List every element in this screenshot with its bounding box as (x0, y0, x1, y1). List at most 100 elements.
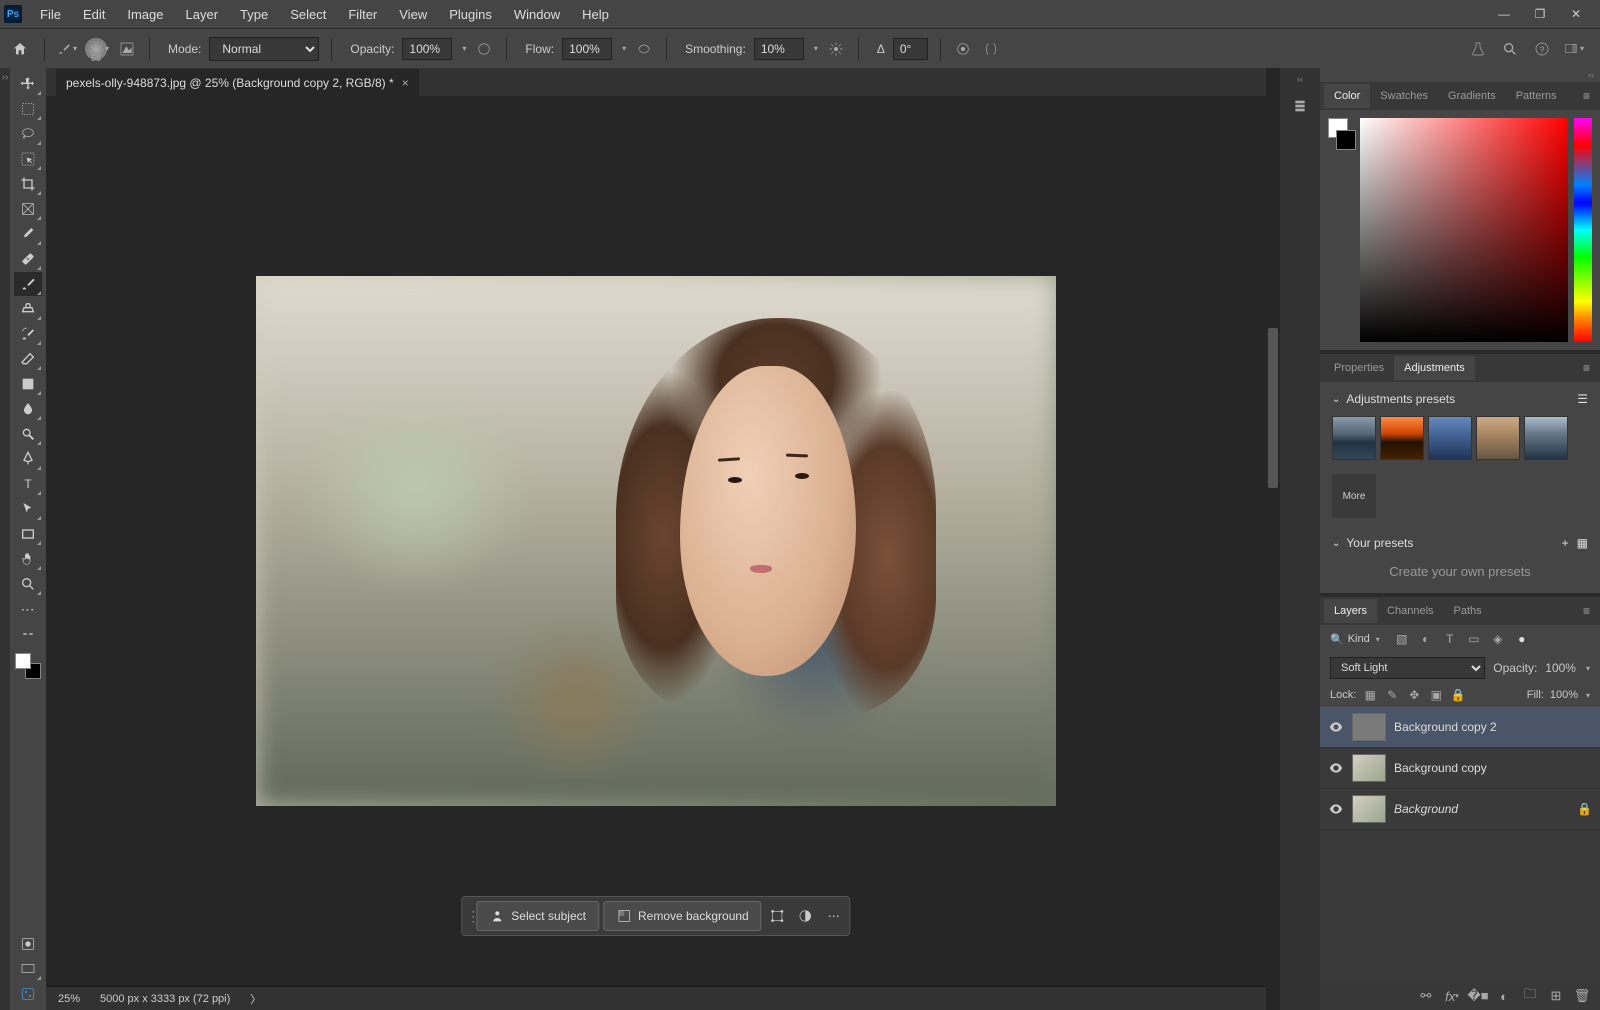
canvas-scrollbar[interactable] (1266, 68, 1280, 1010)
menu-image[interactable]: Image (117, 3, 173, 26)
layers-panel-menu-icon[interactable]: ≡ (1577, 600, 1596, 622)
layer-opacity-value[interactable]: 100% (1545, 661, 1576, 675)
lock-transparency-icon[interactable]: ▦ (1362, 687, 1378, 703)
eraser-tool[interactable] (14, 347, 42, 371)
fill-value[interactable]: 100% (1550, 689, 1578, 701)
grid-view-icon[interactable]: ▦ (1577, 536, 1588, 550)
new-layer-icon[interactable]: ⊞ (1548, 988, 1564, 1004)
marquee-tool[interactable] (14, 97, 42, 121)
maximize-button[interactable]: ❐ (1532, 6, 1548, 22)
close-button[interactable]: ✕ (1568, 6, 1584, 22)
layer-group-icon[interactable]: 🗀 (1522, 988, 1538, 1004)
tab-swatches[interactable]: Swatches (1370, 84, 1438, 108)
edit-toolbar[interactable]: ⋯ (14, 597, 42, 621)
visibility-eye-icon[interactable] (1328, 801, 1344, 817)
smoothing-options-icon[interactable] (826, 39, 846, 59)
contextual-task-bar[interactable]: ⋮ Select subject Remove background ⋯ (461, 896, 850, 936)
brush-tool[interactable] (14, 272, 42, 296)
status-caret-icon[interactable]: 〉 (250, 991, 261, 1007)
tab-layers[interactable]: Layers (1324, 599, 1377, 623)
more-presets-button[interactable]: More (1332, 474, 1376, 518)
mode-select[interactable]: Normal (209, 37, 319, 61)
select-subject-button[interactable]: Select subject (476, 901, 599, 931)
smoothing-input[interactable]: 10% (754, 38, 804, 60)
type-tool[interactable]: T (14, 472, 42, 496)
history-panel-icon[interactable] (1286, 92, 1314, 120)
healing-tool[interactable] (14, 247, 42, 271)
preset-thumb-1[interactable] (1332, 416, 1376, 460)
preset-thumb-4[interactable] (1476, 416, 1520, 460)
search-icon[interactable] (1500, 39, 1520, 59)
color-swatches[interactable] (15, 653, 41, 679)
zoom-value[interactable]: 25% (58, 993, 80, 1005)
history-brush-tool[interactable] (14, 322, 42, 346)
path-selection-tool[interactable] (14, 497, 42, 521)
layer-mask-icon[interactable]: �■ (1470, 988, 1486, 1004)
screen-mode-icon[interactable] (14, 957, 42, 981)
layer-row[interactable]: Background copy 2 (1320, 707, 1600, 748)
dodge-tool[interactable] (14, 422, 42, 446)
beaker-icon[interactable] (1468, 39, 1488, 59)
color-panel-menu-icon[interactable]: ≡ (1577, 85, 1596, 107)
search-filter-icon[interactable]: 🔍 (1330, 633, 1344, 646)
menu-plugins[interactable]: Plugins (439, 3, 502, 26)
flow-input[interactable]: 100% (562, 38, 612, 60)
filter-type-icon[interactable]: T (1442, 631, 1458, 647)
drag-handle-icon[interactable]: ⋮ (466, 904, 472, 928)
generate-icon[interactable] (14, 982, 42, 1006)
zoom-tool[interactable] (14, 572, 42, 596)
adjustments-panel-menu-icon[interactable]: ≡ (1577, 357, 1596, 379)
link-layers-icon[interactable]: ⚯ (1418, 988, 1434, 1004)
list-view-icon[interactable]: ☰ (1577, 392, 1588, 406)
tab-gradients[interactable]: Gradients (1438, 84, 1506, 108)
crop-tool[interactable] (14, 172, 42, 196)
brush-tool-icon[interactable]: ▾ (57, 39, 77, 59)
pressure-size-icon[interactable] (953, 39, 973, 59)
close-tab-icon[interactable]: × (402, 76, 409, 90)
menu-type[interactable]: Type (230, 3, 278, 26)
preset-thumb-2[interactable] (1380, 416, 1424, 460)
filter-pixel-icon[interactable]: ▧ (1394, 631, 1410, 647)
background-color-swatch[interactable] (1336, 130, 1356, 150)
tab-paths[interactable]: Paths (1444, 599, 1492, 623)
menu-filter[interactable]: Filter (338, 3, 387, 26)
layer-row[interactable]: Background 🔒 (1320, 789, 1600, 830)
tab-properties[interactable]: Properties (1324, 356, 1394, 380)
brush-settings-icon[interactable] (117, 39, 137, 59)
menu-select[interactable]: Select (280, 3, 336, 26)
layer-row[interactable]: Background copy (1320, 748, 1600, 789)
home-icon[interactable] (8, 37, 32, 61)
filter-adjustment-icon[interactable]: ◐ (1418, 631, 1434, 647)
more-context-icon[interactable]: ⋯ (822, 904, 846, 928)
visibility-eye-icon[interactable] (1328, 719, 1344, 735)
more-tools-icon[interactable] (14, 622, 42, 646)
tab-patterns[interactable]: Patterns (1506, 84, 1567, 108)
document-tab[interactable]: pexels-olly-948873.jpg @ 25% (Background… (56, 69, 419, 96)
canvas[interactable]: ⋮ Select subject Remove background ⋯ (46, 96, 1266, 986)
layer-fx-icon[interactable]: fx▾ (1444, 988, 1460, 1004)
clone-stamp-tool[interactable] (14, 297, 42, 321)
adjustment-layer-icon[interactable]: ◐ (1496, 988, 1512, 1004)
add-preset-icon[interactable]: + (1562, 536, 1569, 550)
hand-tool[interactable] (14, 547, 42, 571)
pen-tool[interactable] (14, 447, 42, 471)
visibility-eye-icon[interactable] (1328, 760, 1344, 776)
filter-shape-icon[interactable]: ▭ (1466, 631, 1482, 647)
rectangle-tool[interactable] (14, 522, 42, 546)
menu-view[interactable]: View (389, 3, 437, 26)
chevron-down-icon[interactable]: ⌄ (1332, 394, 1340, 405)
frame-tool[interactable] (14, 197, 42, 221)
layer-thumbnail[interactable] (1352, 754, 1386, 782)
preset-thumb-3[interactable] (1428, 416, 1472, 460)
symmetry-icon[interactable] (981, 39, 1001, 59)
minimize-button[interactable]: — (1496, 6, 1512, 22)
filter-smart-icon[interactable]: ◈ (1490, 631, 1506, 647)
lock-position-icon[interactable]: ✥ (1406, 687, 1422, 703)
opacity-input[interactable]: 100% (402, 38, 452, 60)
blur-tool[interactable] (14, 397, 42, 421)
menu-window[interactable]: Window (504, 3, 570, 26)
remove-background-button[interactable]: Remove background (603, 901, 762, 931)
airbrush-icon[interactable] (634, 39, 654, 59)
transform-icon[interactable] (766, 904, 790, 928)
pressure-opacity-icon[interactable] (474, 39, 494, 59)
